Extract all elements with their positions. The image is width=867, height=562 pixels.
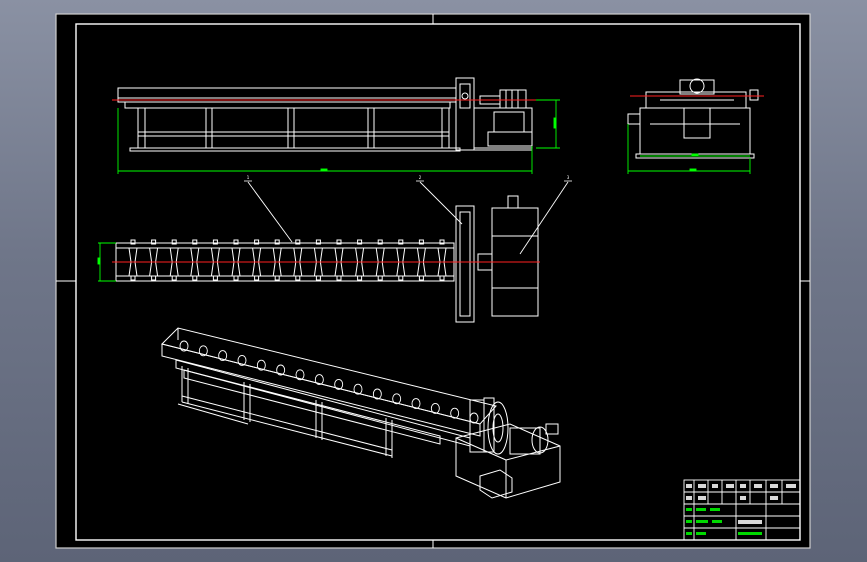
title-block-cell-text xyxy=(786,484,796,488)
title-block-cell-text xyxy=(740,496,746,500)
title-block-cell-text xyxy=(696,532,706,535)
title-block-cell-text xyxy=(754,484,762,488)
title-block-cell-text xyxy=(740,484,746,488)
title-block-cell-text xyxy=(686,520,692,523)
title-block-cell-text xyxy=(696,508,706,511)
title-block-cell-text xyxy=(686,508,692,511)
title-block-cell-text xyxy=(712,484,718,488)
title-block-cell-text xyxy=(686,484,692,488)
balloon-label: 2 xyxy=(419,175,422,180)
balloon-label: 3 xyxy=(567,175,570,180)
title-block-cell-text xyxy=(698,484,706,488)
title-block-cell-text xyxy=(686,496,692,500)
engineering-drawing: 1 2 3 xyxy=(55,13,811,549)
title-block-cell-text xyxy=(686,532,692,535)
title-block-cell-text xyxy=(698,496,706,500)
title-block-cell-text xyxy=(770,484,778,488)
title-block-cell-text xyxy=(710,508,720,511)
title-block-cell-text xyxy=(712,520,722,523)
title-block-cell-text xyxy=(738,520,762,524)
title-block-cell-text xyxy=(770,496,778,500)
balloon-label: 1 xyxy=(247,175,250,180)
title-block-cell-text xyxy=(726,484,734,488)
title-block-cell-text xyxy=(738,532,762,535)
cad-viewport[interactable]: 1 2 3 xyxy=(0,0,867,562)
title-block-cell-text xyxy=(696,520,708,523)
